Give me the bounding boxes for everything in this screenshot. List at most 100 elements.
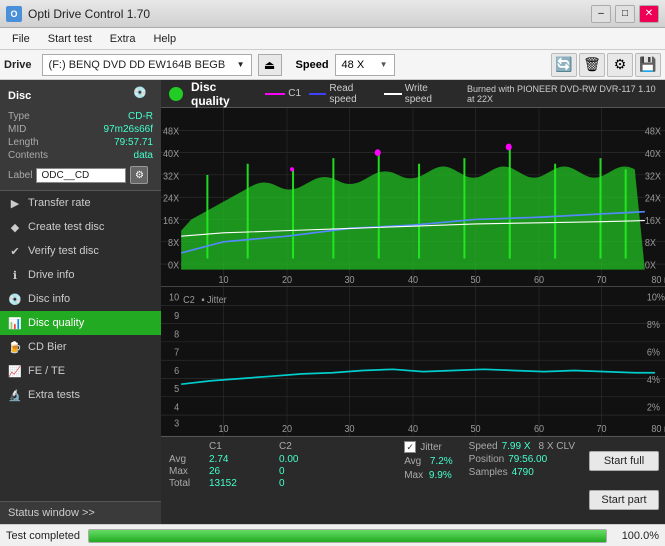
app-icon: O xyxy=(6,6,22,22)
sidebar-item-disc-quality[interactable]: 📊Disc quality xyxy=(0,311,161,335)
jitter-checkbox[interactable]: ✓ xyxy=(404,441,416,453)
stats-avg-c1: 2.74 xyxy=(209,454,279,465)
svg-text:30: 30 xyxy=(344,275,354,287)
menu-help[interactable]: Help xyxy=(145,31,184,47)
c1-chart: 48X 40X 32X 24X 16X 8X 0X 48X 40X 32X 24… xyxy=(161,108,665,287)
sidebar-item-extra-tests[interactable]: 🔬Extra tests xyxy=(0,383,161,407)
sidebar-item-fe-te[interactable]: 📈FE / TE xyxy=(0,359,161,383)
jitter-label: Jitter xyxy=(420,442,442,453)
c1-c2-stats: C1 C2 Avg 2.74 0.00 Max 26 0 Total 13152… xyxy=(161,437,396,524)
sidebar-item-drive-info[interactable]: ℹ Drive info xyxy=(0,263,161,287)
speed-value: 48 X xyxy=(342,59,365,71)
drive-info-label: Drive info xyxy=(28,269,74,281)
svg-text:50: 50 xyxy=(470,275,480,287)
stats-header: C1 C2 xyxy=(169,441,388,452)
speed-stat-label: Speed xyxy=(469,441,498,452)
content-area: Disc quality C1 Read speed Write speed B… xyxy=(161,80,665,524)
disc-length-label: Length xyxy=(8,137,39,148)
stats-max-row: Max 26 0 xyxy=(169,466,388,477)
speed-select[interactable]: 48 X ▼ xyxy=(335,54,395,76)
drivebar: Drive (F:) BENQ DVD DD EW164B BEGB ▼ ⏏ S… xyxy=(0,50,665,80)
disc-quality-icon xyxy=(169,87,183,101)
extra-tests-icon: 🔬 xyxy=(8,388,22,402)
drive-value: (F:) BENQ DVD DD EW164B BEGB xyxy=(49,59,226,71)
svg-text:80 min: 80 min xyxy=(651,424,665,436)
stats-avg-c2: 0.00 xyxy=(279,454,349,465)
disc-settings-button[interactable]: ⚙ xyxy=(130,166,148,184)
statusbar: Test completed 100.0% xyxy=(0,524,665,546)
stats-max-label: Max xyxy=(169,466,209,477)
toolbar-icons: 🔄 🗑 ⚙ 💾 xyxy=(551,53,661,77)
legend-write-label: Write speed xyxy=(405,83,451,105)
progress-bar xyxy=(88,529,607,543)
disc-label-label: Label xyxy=(8,170,32,181)
legend-read-speed: Read speed xyxy=(309,83,376,105)
sidebar: Disc 💿 Type CD-R MID 97m26s66f Length 79… xyxy=(0,80,161,524)
main-layout: Disc 💿 Type CD-R MID 97m26s66f Length 79… xyxy=(0,80,665,524)
options-button[interactable]: ⚙ xyxy=(607,53,633,77)
svg-text:40: 40 xyxy=(408,275,418,287)
drive-dropdown-arrow: ▼ xyxy=(237,60,245,69)
sidebar-item-cd-bier[interactable]: 🍺CD Bier xyxy=(0,335,161,359)
eject-button[interactable]: ⏏ xyxy=(258,54,282,76)
svg-text:4: 4 xyxy=(174,402,180,414)
menu-start-test[interactable]: Start test xyxy=(40,31,100,47)
drive-select[interactable]: (F:) BENQ DVD DD EW164B BEGB ▼ xyxy=(42,54,252,76)
drive-info-icon: ℹ xyxy=(8,268,22,282)
legend-c1-label: C1 xyxy=(288,88,301,99)
disc-quality-title: Disc quality xyxy=(191,80,251,108)
jitter-avg-value: 7.2% xyxy=(430,456,453,467)
save-button[interactable]: 💾 xyxy=(635,53,661,77)
menu-file[interactable]: File xyxy=(4,31,38,47)
stats-avg-row: Avg 2.74 0.00 xyxy=(169,454,388,465)
speed-row: Speed 7.99 X 8 X CLV xyxy=(469,441,575,452)
disc-mid-label: MID xyxy=(8,124,26,135)
disc-contents-value: data xyxy=(134,150,153,161)
status-window-button[interactable]: Status window >> xyxy=(0,501,161,524)
svg-text:24X: 24X xyxy=(645,193,662,205)
disc-section-title: Disc xyxy=(8,90,31,102)
sidebar-item-verify-test-disc[interactable]: ✔Verify test disc xyxy=(0,239,161,263)
disc-contents-label: Contents xyxy=(8,150,48,161)
svg-text:20: 20 xyxy=(282,275,292,287)
c2-chart-svg: 10 9 8 7 6 5 4 3 10% 8% 6% 4% xyxy=(161,287,665,436)
maximize-button[interactable]: □ xyxy=(615,5,635,23)
sidebar-item-disc-info[interactable]: 💿Disc info xyxy=(0,287,161,311)
stats-max-c2: 0 xyxy=(279,466,349,477)
svg-text:48X: 48X xyxy=(645,126,662,138)
minimize-button[interactable]: – xyxy=(591,5,611,23)
svg-text:0X: 0X xyxy=(168,260,180,272)
disc-type-label: Type xyxy=(8,111,30,122)
c2-jitter-chart: 10 9 8 7 6 5 4 3 10% 8% 6% 4% xyxy=(161,287,665,436)
svg-text:60: 60 xyxy=(534,424,545,436)
stats-total-row: Total 13152 0 xyxy=(169,478,388,489)
start-full-button[interactable]: Start full xyxy=(589,451,659,471)
sidebar-item-create-test-disc[interactable]: ◆Create test disc xyxy=(0,215,161,239)
menu-extra[interactable]: Extra xyxy=(102,31,144,47)
disc-label-input[interactable] xyxy=(36,168,126,183)
svg-text:10%: 10% xyxy=(647,293,665,305)
erase-button[interactable]: 🗑 xyxy=(579,53,605,77)
cd-bier-icon: 🍺 xyxy=(8,340,22,354)
svg-text:16X: 16X xyxy=(163,216,180,228)
stats-col-empty xyxy=(169,441,209,452)
samples-label: Samples xyxy=(469,467,508,478)
position-value: 79:56.00 xyxy=(508,454,547,465)
svg-text:0X: 0X xyxy=(645,260,657,272)
disc-info-icon: 💿 xyxy=(8,292,22,306)
legend-read-line xyxy=(309,93,326,95)
svg-text:50: 50 xyxy=(470,424,481,436)
svg-text:40X: 40X xyxy=(645,149,662,161)
svg-text:70: 70 xyxy=(596,275,606,287)
refresh-button[interactable]: 🔄 xyxy=(551,53,577,77)
disc-info-panel: Disc 💿 Type CD-R MID 97m26s66f Length 79… xyxy=(0,80,161,190)
transfer-rate-icon: ▶ xyxy=(8,196,22,210)
start-part-button[interactable]: Start part xyxy=(589,490,659,510)
close-button[interactable]: ✕ xyxy=(639,5,659,23)
sidebar-item-transfer-rate[interactable]: ▶Transfer rate xyxy=(0,191,161,215)
action-buttons: Start full Start part xyxy=(583,437,665,524)
speed-label: Speed xyxy=(296,59,329,71)
svg-text:10: 10 xyxy=(169,293,180,305)
speed-stat-value: 7.99 X xyxy=(502,441,531,452)
disc-mid-value: 97m26s66f xyxy=(104,124,153,135)
